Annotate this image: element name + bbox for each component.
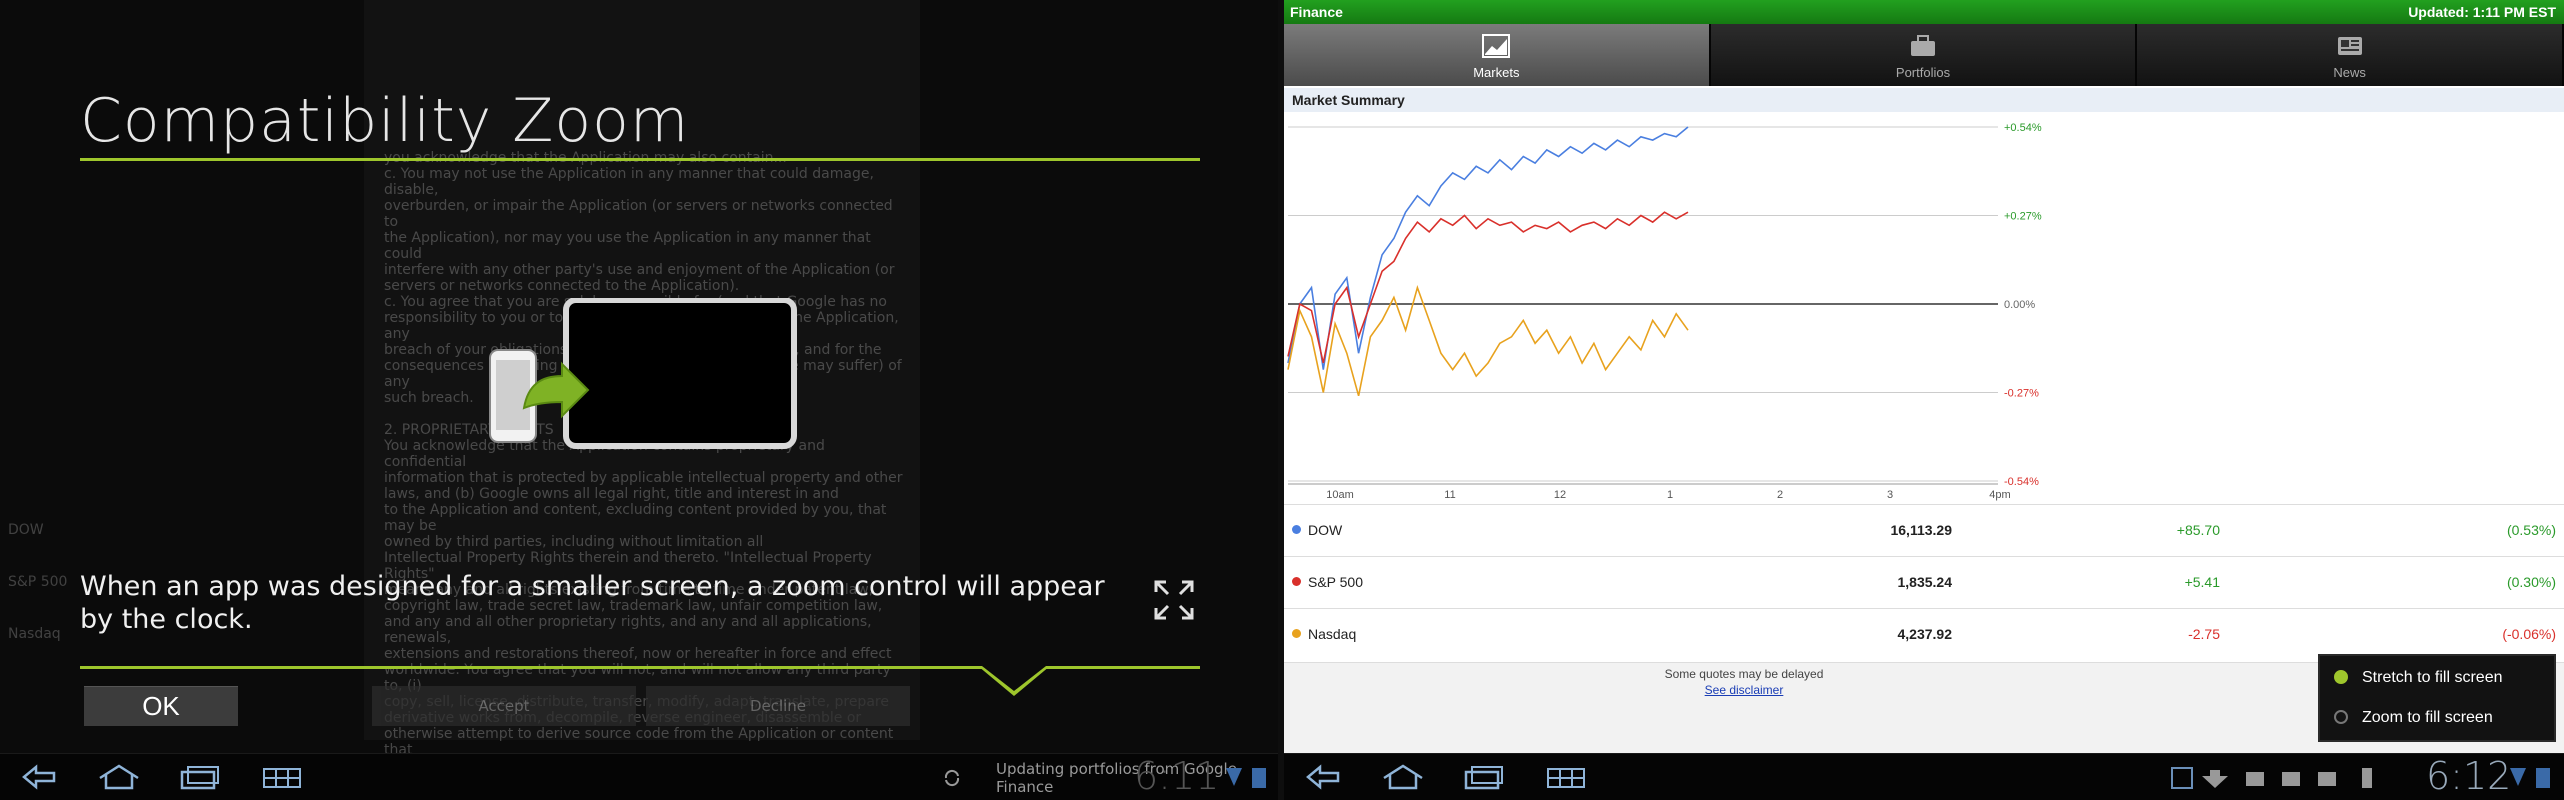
y-tick-label: 0.00% <box>2004 299 2035 311</box>
x-tick-label: 2 <box>1777 489 1783 501</box>
stretch-option[interactable]: Stretch to fill screen <box>2320 658 2554 698</box>
title-divider <box>80 158 1200 161</box>
clock: 6:12 <box>2426 754 2512 798</box>
series-color-dot <box>1292 629 1301 638</box>
home-icon[interactable] <box>96 764 142 790</box>
x-tick-label: 12 <box>1554 489 1566 501</box>
recent-apps-icon[interactable] <box>1460 764 1506 790</box>
tab-label: News <box>2333 65 2366 80</box>
x-tick-label: 3 <box>1887 489 1893 501</box>
ok-button[interactable]: OK <box>84 686 238 726</box>
expand-icon <box>1154 580 1194 620</box>
tab-label: Markets <box>1473 65 1520 80</box>
section-title: Market Summary <box>1292 92 1405 108</box>
delay-note: Some quotes may be delayed <box>1664 667 1824 681</box>
tab-label: Portfolios <box>1895 65 1951 80</box>
quote-last-price: 4,237.92 <box>1897 626 1953 642</box>
zoom-label: Zoom to fill screen <box>2362 709 2493 726</box>
series-color-dot <box>1292 525 1301 534</box>
clock: 6:11 <box>1134 754 1220 798</box>
zoom-option[interactable]: Zoom to fill screen <box>2320 698 2554 738</box>
radio-selected <box>2334 670 2348 684</box>
briefcase-icon <box>2246 772 2264 786</box>
tab-news[interactable]: News <box>2137 24 2564 86</box>
signal-battery-icon <box>1226 768 1266 788</box>
tab-bar: Markets Portfolios News <box>1284 24 2564 86</box>
phone-screen <box>496 360 530 430</box>
quote-row[interactable]: DOW 16,113.29 +85.70 (0.53%) <box>1284 504 2564 555</box>
disclaimer-link[interactable]: See disclaimer <box>1284 683 2204 697</box>
app-title: Finance <box>1290 4 1343 20</box>
background-side-dow: DOW <box>8 522 44 538</box>
menu-grid-icon[interactable] <box>1544 764 1590 790</box>
chart-icon <box>1482 34 1511 58</box>
app-title-bar: Finance Updated: 1:11 PM EST <box>1284 0 2564 24</box>
quote-change: +85.70 <box>2176 522 2220 538</box>
x-tick-label: 1 <box>1667 489 1673 501</box>
x-tick-label: 11 <box>1444 489 1455 501</box>
y-tick-label: +0.27% <box>2004 211 2042 223</box>
market-chart: +0.54%+0.27%0.00%-0.27%-0.54% 10am 11 12 1 2… <box>1287 122 2042 501</box>
briefcase-icon <box>1911 35 1935 56</box>
section-header: Market Summary <box>1284 88 2564 112</box>
quote-change: +5.41 <box>2184 574 2220 590</box>
quote-percent: (0.53%) <box>2506 522 2556 538</box>
back-icon[interactable] <box>14 764 60 790</box>
notification-icons <box>2171 767 2372 789</box>
background-decline-button: Decline <box>646 686 910 726</box>
quote-name: Nasdaq <box>1308 626 1357 642</box>
quote-change: -2.75 <box>2188 626 2220 642</box>
series-color-dot <box>1292 577 1301 586</box>
quote-row[interactable]: S&P 500 1,835.24 +5.41 (0.30%) <box>1284 556 2564 607</box>
signal-battery-icon <box>2510 768 2550 788</box>
recent-apps-icon[interactable] <box>176 764 222 790</box>
radio-unselected <box>2334 710 2348 724</box>
home-icon[interactable] <box>1380 764 1426 790</box>
compat-zoom-icon[interactable] <box>2171 767 2193 789</box>
quote-last-price: 1,835.24 <box>1897 574 1953 590</box>
tab-portfolios[interactable]: Portfolios <box>1710 24 2138 86</box>
page-title: Compatibility Zoom <box>80 86 690 156</box>
quote-name: DOW <box>1308 522 1343 538</box>
stretch-label: Stretch to fill screen <box>2362 669 2503 686</box>
menu-grid-icon[interactable] <box>260 764 306 790</box>
newspaper-icon <box>2337 37 2362 55</box>
tablet-outline <box>563 298 797 449</box>
y-tick-label: -0.54% <box>2004 476 2039 488</box>
zoom-menu: Stretch to fill screen Zoom to fill scre… <box>2318 654 2556 742</box>
quote-percent: (0.30%) <box>2506 574 2556 590</box>
briefcase-icon <box>2282 772 2300 786</box>
phone-to-tablet-illustration <box>489 298 797 449</box>
updated-time: Updated: 1:11 PM EST <box>2408 4 2556 20</box>
system-bar: Updating portfolios from Google Finance … <box>0 753 1278 800</box>
sync-icon <box>944 769 960 787</box>
phone-icon <box>2362 768 2372 788</box>
x-tick-label: 10am <box>1326 489 1354 501</box>
series-line-dow <box>1287 126 1689 370</box>
quote-name: S&P 500 <box>1308 574 1364 590</box>
x-tick-label: 4pm <box>1989 489 2010 501</box>
finance-app: Finance Updated: 1:11 PM EST Markets Por… <box>1284 0 2564 800</box>
background-side-nasdaq: Nasdaq <box>8 626 61 642</box>
system-bar: 6:12 <box>1284 753 2564 800</box>
back-icon[interactable] <box>1298 764 1344 790</box>
quote-last-price: 16,113.29 <box>1890 522 1952 538</box>
download-icon <box>2202 770 2228 788</box>
y-tick-label: -0.27% <box>2004 388 2039 400</box>
quote-percent: (-0.06%) <box>2502 626 2556 642</box>
background-accept-button: Accept <box>372 686 636 726</box>
y-tick-label: +0.54% <box>2004 122 2042 134</box>
compatibility-zoom-screen: you acknowledge that the Application may… <box>0 0 1278 800</box>
description-text: When an app was designed for a smaller s… <box>80 571 1105 635</box>
pointer-notch-inner <box>982 666 1046 691</box>
background-side-sp: S&P 500 <box>8 574 68 590</box>
tab-markets[interactable]: Markets <box>1284 24 1711 86</box>
briefcase-icon <box>2318 772 2336 786</box>
quote-row[interactable]: Nasdaq 4,237.92 -2.75 (-0.06%) <box>1284 608 2564 659</box>
